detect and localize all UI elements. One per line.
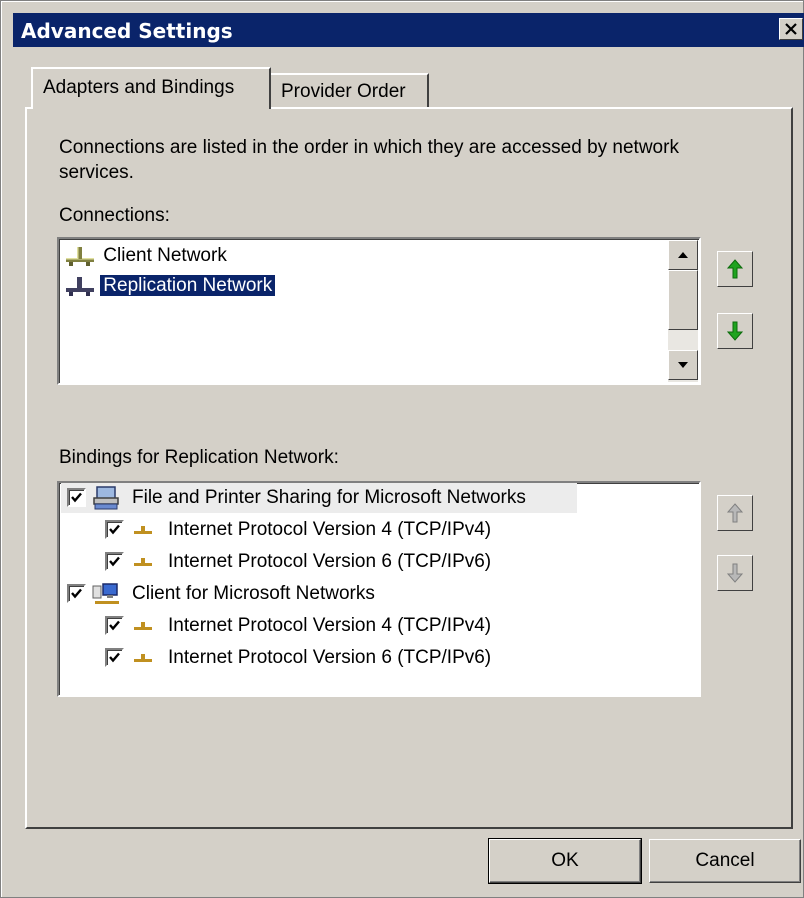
bindings-label: Bindings for Replication Network: — [59, 447, 339, 468]
binding-label: Internet Protocol Version 4 (TCP/IPv4) — [168, 615, 492, 636]
connections-label: Connections: — [59, 205, 170, 226]
arrow-up-icon — [726, 259, 744, 279]
binding-label: Internet Protocol Version 6 (TCP/IPv6) — [168, 647, 492, 668]
connections-scrollbar[interactable] — [668, 240, 698, 382]
connection-label: Replication Network — [100, 275, 276, 296]
binding-label: File and Printer Sharing for Microsoft N… — [132, 487, 526, 508]
ok-label: OK — [551, 850, 579, 871]
binding-checkbox[interactable] — [105, 616, 124, 635]
protocol-icon — [134, 526, 152, 534]
tab-provider-order[interactable]: Provider Order — [271, 73, 429, 107]
arrow-down-icon — [726, 321, 744, 341]
checkmark-icon — [109, 556, 120, 567]
binding-label: Internet Protocol Version 4 (TCP/IPv4) — [168, 519, 492, 540]
cancel-button[interactable]: Cancel — [649, 839, 801, 883]
checkmark-icon — [109, 652, 120, 663]
binding-checkbox[interactable] — [67, 488, 86, 507]
window-title: Advanced Settings — [21, 19, 233, 43]
checkmark-icon — [71, 492, 82, 503]
move-connection-down-button[interactable] — [717, 313, 753, 349]
arrow-down-icon — [726, 563, 744, 583]
checkmark-icon — [109, 620, 120, 631]
scroll-up-button[interactable] — [668, 240, 698, 270]
tab-label: Provider Order — [281, 81, 406, 102]
close-icon — [785, 23, 797, 35]
connection-item[interactable]: Client Network — [65, 241, 230, 271]
bindings-tree[interactable]: File and Printer Sharing for Microsoft N… — [57, 481, 701, 697]
network-connection-icon — [66, 276, 94, 296]
binding-label: Client for Microsoft Networks — [132, 583, 375, 604]
close-button[interactable] — [779, 18, 803, 40]
printer-sharing-icon — [93, 486, 119, 510]
binding-checkbox[interactable] — [105, 520, 124, 539]
binding-checkbox[interactable] — [105, 648, 124, 667]
connections-list[interactable]: Client Network Replication Network — [57, 237, 701, 385]
scroll-up-icon — [678, 252, 688, 258]
move-binding-up-button[interactable] — [717, 495, 753, 531]
network-client-icon — [92, 583, 119, 604]
title-bar[interactable]: Advanced Settings — [13, 13, 804, 47]
binding-item[interactable]: File and Printer Sharing for Microsoft N… — [61, 483, 577, 513]
scroll-thumb[interactable] — [668, 270, 698, 330]
protocol-icon — [134, 654, 152, 662]
tab-adapters-and-bindings[interactable]: Adapters and Bindings — [31, 67, 271, 109]
move-binding-down-button[interactable] — [717, 555, 753, 591]
binding-checkbox[interactable] — [105, 552, 124, 571]
tab-label: Adapters and Bindings — [43, 77, 235, 98]
connection-item[interactable]: Replication Network — [65, 271, 276, 301]
network-connection-icon — [66, 246, 94, 266]
checkmark-icon — [109, 524, 120, 535]
protocol-icon — [134, 622, 152, 630]
cancel-label: Cancel — [695, 850, 755, 871]
protocol-icon — [134, 558, 152, 566]
binding-checkbox[interactable] — [67, 584, 86, 603]
description-text: Connections are listed in the order in w… — [59, 137, 679, 183]
arrow-up-icon — [726, 503, 744, 523]
ok-button[interactable]: OK — [488, 838, 642, 884]
scroll-down-icon — [678, 362, 688, 368]
scroll-down-button[interactable] — [668, 350, 698, 380]
binding-label: Internet Protocol Version 6 (TCP/IPv6) — [168, 551, 492, 572]
checkmark-icon — [71, 588, 82, 599]
connection-label: Client Network — [103, 245, 227, 266]
advanced-settings-dialog: Advanced Settings Adapters and Bindings … — [0, 0, 804, 898]
move-connection-up-button[interactable] — [717, 251, 753, 287]
